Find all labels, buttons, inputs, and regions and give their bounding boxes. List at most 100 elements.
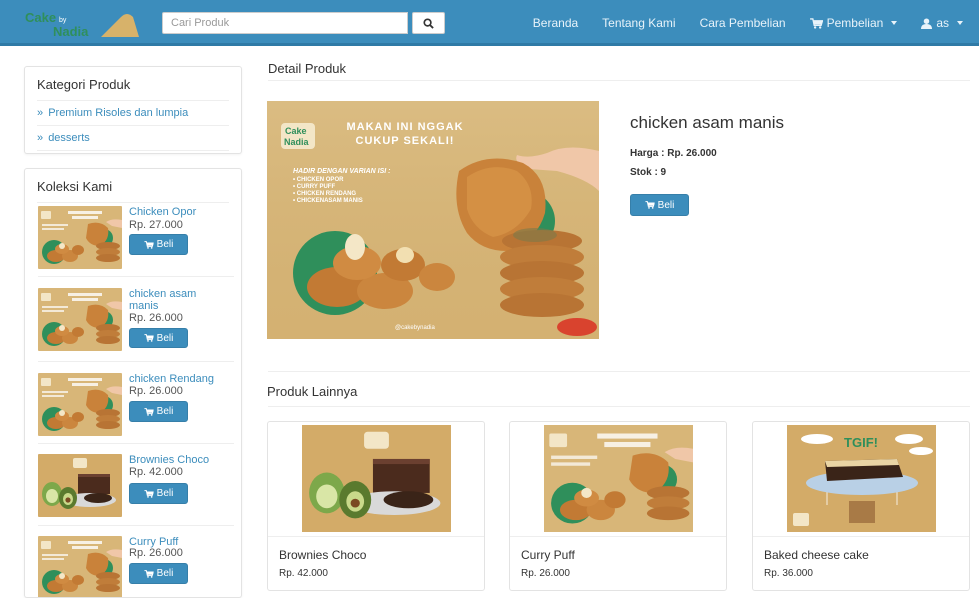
beli-label: Beli <box>657 199 675 211</box>
product-card[interactable]: Curry Puff Rp. 26.000 <box>509 421 727 591</box>
product-main-image: Cake Nadia MAKAN INI NGGAK CUKUP SEKALI!… <box>267 101 599 339</box>
svg-text:Cake: Cake <box>25 10 56 25</box>
kategori-panel: Kategori Produk » Premium Risoles dan lu… <box>24 66 242 154</box>
beli-button[interactable]: Beli <box>129 401 188 422</box>
koleksi-title: Koleksi Kami <box>37 169 229 203</box>
product-name-link[interactable]: chicken Rendang <box>129 373 229 385</box>
cake-nadia-logo: Cake by Nadia <box>25 10 139 39</box>
beli-label: Beli <box>156 488 174 499</box>
nav-cara-label: Cara Pembelian <box>699 16 786 30</box>
product-name-link[interactable]: Brownies Choco <box>129 454 219 466</box>
beli-label: Beli <box>156 239 174 250</box>
divider <box>268 406 970 407</box>
product-card-price: Rp. 36.000 <box>764 568 813 579</box>
kategori-item-label: desserts <box>48 132 90 144</box>
nav-pembelian-dropdown[interactable]: Pembelian <box>798 0 910 46</box>
product-card-image[interactable]: TGIF! <box>787 425 936 532</box>
nav-pembelian-label: Pembelian <box>826 16 884 30</box>
product-thumbnail[interactable] <box>38 454 122 517</box>
koleksi-item: Brownies Choco Rp. 42.000 Beli <box>38 454 234 520</box>
product-thumbnail[interactable] <box>38 288 122 351</box>
product-name-link[interactable]: chicken asam manis <box>129 288 207 312</box>
svg-text:Cake: Cake <box>285 126 307 136</box>
detail-section-title: Detail Produk <box>268 61 347 76</box>
chevron-down-icon <box>957 21 963 25</box>
kategori-item-risoles[interactable]: » Premium Risoles dan lumpia <box>37 101 229 126</box>
svg-text:HADIR DENGAN VARIAN ISI :: HADIR DENGAN VARIAN ISI : <box>293 168 390 175</box>
koleksi-item: chicken asam manis Rp. 26.000 Beli <box>38 288 234 360</box>
svg-text:CUKUP SEKALI!: CUKUP SEKALI! <box>356 135 455 147</box>
search-button[interactable] <box>412 12 445 34</box>
svg-text:MAKAN INI NGGAK: MAKAN INI NGGAK <box>346 121 463 133</box>
product-price: Rp. 26.000 <box>129 385 183 397</box>
svg-text:• CURRY PUFF: • CURRY PUFF <box>293 184 335 190</box>
product-thumbnail[interactable] <box>38 373 122 436</box>
nav-tentang-kami[interactable]: Tentang Kami <box>590 0 687 46</box>
product-name-link[interactable]: Chicken Opor <box>129 206 219 218</box>
nav-beranda-label: Beranda <box>532 16 579 30</box>
nav-user-dropdown[interactable]: as <box>909 0 975 46</box>
svg-text:• CHICKENASAM MANIS: • CHICKENASAM MANIS <box>293 198 363 204</box>
svg-text:• CHICKEN OPOR: • CHICKEN OPOR <box>293 177 344 183</box>
divider <box>268 371 970 372</box>
nav-cara-pembelian[interactable]: Cara Pembelian <box>688 0 798 46</box>
search-bar <box>162 12 445 34</box>
beli-button[interactable]: Beli <box>129 234 188 255</box>
svg-text:• CHICKEN RENDANG: • CHICKEN RENDANG <box>293 191 356 197</box>
kategori-list: » Premium Risoles dan lumpia » desserts <box>25 101 241 151</box>
product-price: Rp. 26.000 <box>129 547 183 559</box>
raquo-icon: » <box>37 132 44 144</box>
product-card-name: Baked cheese cake <box>764 548 869 562</box>
product-card-price: Rp. 26.000 <box>521 568 570 579</box>
product-title: chicken asam manis <box>630 113 785 132</box>
koleksi-item: chicken Rendang Rp. 26.000 Beli <box>38 373 234 439</box>
nav-tentang-label: Tentang Kami <box>602 16 676 30</box>
lainnya-section-title: Produk Lainnya <box>267 384 358 399</box>
kategori-title: Kategori Produk <box>37 67 229 101</box>
chevron-down-icon <box>891 21 898 25</box>
product-thumbnail[interactable] <box>38 536 122 598</box>
raquo-icon: » <box>37 107 44 119</box>
search-icon <box>423 17 434 29</box>
nav-user-label: as <box>936 16 949 30</box>
navbar: Cake by Nadia Beranda Tentang Kami Cara … <box>0 0 979 46</box>
svg-text:Nadia: Nadia <box>284 137 310 147</box>
product-harga: Harga : Rp. 26.000 <box>630 148 717 159</box>
product-card-name: Curry Puff <box>521 548 575 562</box>
beli-button[interactable]: Beli <box>129 563 188 584</box>
svg-text:TGIF!: TGIF! <box>844 435 878 450</box>
brand-logo[interactable]: Cake by Nadia <box>9 5 139 41</box>
nav-beranda[interactable]: Beranda <box>521 0 590 46</box>
beli-button[interactable]: Beli <box>129 328 188 348</box>
divider <box>268 80 970 81</box>
search-input[interactable] <box>162 12 408 34</box>
product-card-image[interactable] <box>544 425 693 532</box>
divider <box>38 525 234 526</box>
beli-label: Beli <box>156 406 174 417</box>
koleksi-panel: Koleksi Kami Chicken Opor Rp. 27.000 Bel… <box>24 168 242 598</box>
koleksi-item: Chicken Opor Rp. 27.000 Beli <box>38 206 234 276</box>
svg-text:@cakebynadia: @cakebynadia <box>395 325 435 331</box>
divider <box>38 361 234 362</box>
cart-icon <box>144 408 154 416</box>
product-stok: Stok : 9 <box>630 167 667 178</box>
product-card[interactable]: Brownies Choco Rp. 42.000 <box>267 421 485 591</box>
beli-button-detail[interactable]: Beli <box>630 194 689 216</box>
beli-label: Beli <box>156 332 174 344</box>
divider <box>38 276 234 277</box>
kategori-item-desserts[interactable]: » desserts <box>37 126 229 151</box>
divider <box>38 443 234 444</box>
product-price: Rp. 42.000 <box>129 466 183 478</box>
product-card-name: Brownies Choco <box>279 548 367 562</box>
divider <box>510 536 726 537</box>
product-card-price: Rp. 42.000 <box>279 568 328 579</box>
product-thumbnail[interactable] <box>38 206 122 269</box>
koleksi-item: Curry Puff Rp. 26.000 Beli <box>38 536 234 596</box>
svg-text:by: by <box>59 17 67 24</box>
cart-icon <box>144 490 154 498</box>
product-card-image[interactable] <box>302 425 451 532</box>
product-card[interactable]: TGIF! Baked cheese cake Rp. 36.000 <box>752 421 970 591</box>
kategori-item-label: Premium Risoles dan lumpia <box>48 107 189 119</box>
beli-button[interactable]: Beli <box>129 483 188 504</box>
product-price: Rp. 27.000 <box>129 219 183 231</box>
